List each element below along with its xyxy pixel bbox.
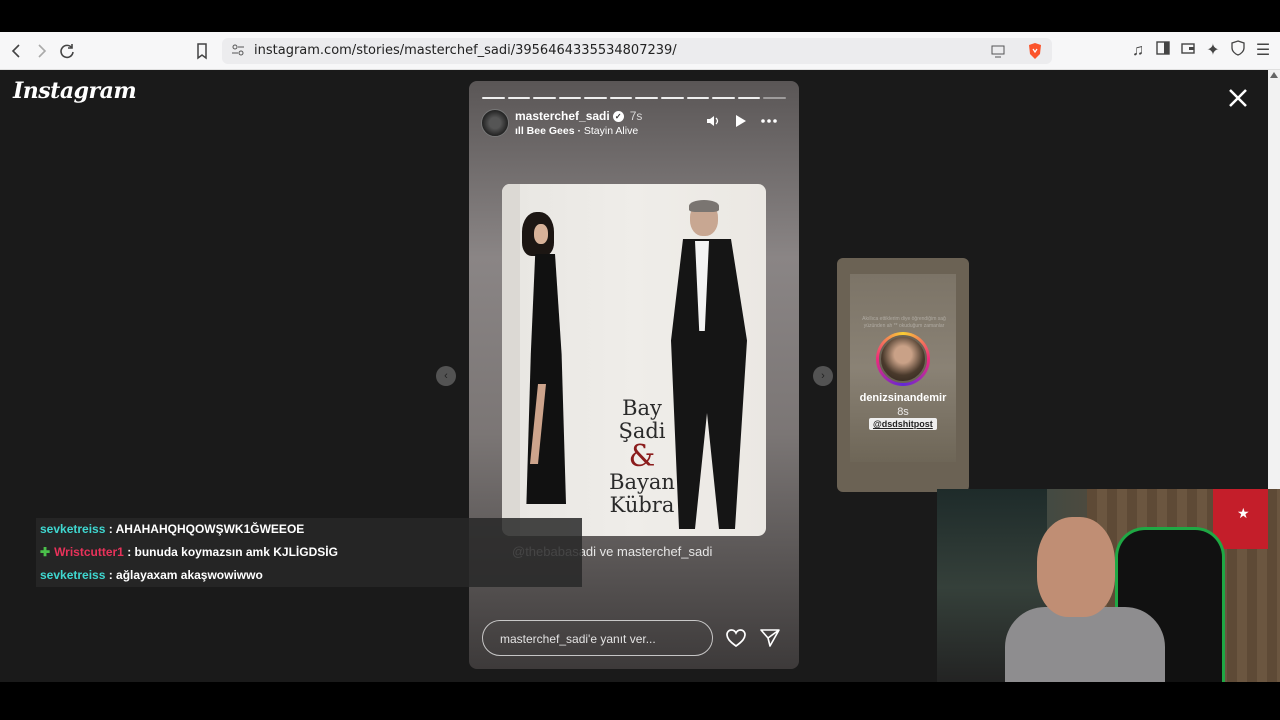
progress-segment <box>635 97 659 99</box>
scroll-up-icon[interactable] <box>1270 72 1278 78</box>
progress-segment <box>482 97 505 99</box>
previous-story-button[interactable]: ‹ <box>436 366 456 386</box>
avatar[interactable] <box>481 109 509 137</box>
chat-text: : ağlayaxam akaşwowiwwo <box>105 568 263 582</box>
music-info[interactable]: ıll Bee Gees · Stayin Alive <box>515 125 638 137</box>
reply-input[interactable]: masterchef_sadi'e yanıt ver... <box>482 620 713 656</box>
progress-segment <box>533 97 556 99</box>
progress-segment <box>737 97 761 99</box>
music-artist: Bee Gees <box>526 125 575 137</box>
music-icon[interactable]: ♫ <box>1127 40 1149 62</box>
send-icon[interactable] <box>759 627 781 649</box>
next-story-faint-text: Akıllıca ettiklerim diye öğrendiğim sağ … <box>862 316 946 329</box>
next-avatar-photo <box>879 335 927 383</box>
chat-message: sevketreiss : AHAHAHQHQOWŞWK1ĞWEEOE <box>36 518 582 541</box>
music-song: Stayin Alive <box>583 125 639 137</box>
next-story-mention: @dsdshitpost <box>869 418 937 430</box>
back-icon[interactable] <box>6 40 28 62</box>
man-hair <box>689 200 719 212</box>
progress-segment <box>609 97 633 99</box>
progress-segment <box>661 97 684 99</box>
chat-username: sevketreiss <box>40 522 106 536</box>
next-story-button[interactable]: › <box>813 366 833 386</box>
chat-username: Wristcutter1 <box>54 545 124 559</box>
chat-badge-icon: ✚ <box>40 545 51 559</box>
progress-segment <box>712 97 735 99</box>
chat-username: sevketreiss <box>40 568 106 582</box>
menu-icon[interactable]: ☰ <box>1252 40 1274 62</box>
chat-message: ✚ Wristcutter1 : bunuda koymazsın amk KJL… <box>36 541 582 564</box>
story-time: 7s <box>629 109 643 123</box>
poster-line-4: Kübra <box>609 493 675 517</box>
streamer-body <box>1005 607 1165 686</box>
music-bars-icon: ıll <box>515 125 527 137</box>
chat-message: sevketreiss : ağlayaxam akaşwowiwwo <box>36 564 582 587</box>
address-bar[interactable]: instagram.com/stories/masterchef_sadi/39… <box>222 38 1052 64</box>
chat-text: : bunuda koymazsın amk KJLİGDSİG <box>123 545 338 559</box>
progress-segment <box>558 97 582 99</box>
progress-segment <box>686 97 710 99</box>
woman-dress <box>526 254 566 504</box>
more-options-icon[interactable] <box>760 113 778 132</box>
poster-line-1: Bay <box>622 396 662 420</box>
story-progress-bar <box>482 97 786 100</box>
webcam-overlay: ★ <box>937 489 1280 686</box>
next-story-username[interactable]: denizsinandemir <box>837 392 969 404</box>
play-icon[interactable] <box>732 113 748 132</box>
reload-icon[interactable] <box>56 40 78 62</box>
cast-icon[interactable] <box>990 43 1006 64</box>
site-settings-icon[interactable] <box>231 43 245 62</box>
sidebar-icon[interactable] <box>1152 40 1174 62</box>
username-text[interactable]: masterchef_sadi <box>515 109 610 123</box>
woman-face <box>534 224 548 244</box>
forward-icon[interactable] <box>30 40 52 62</box>
close-icon[interactable] <box>1226 86 1250 110</box>
instagram-logo[interactable]: Instagram <box>13 78 137 104</box>
chat-text: : AHAHAHQHQOWŞWK1ĞWEEOE <box>105 522 305 536</box>
next-story-preview[interactable]: Akıllıca ettiklerim diye öğrendiğim sağ … <box>837 258 969 492</box>
stream-chat-overlay: sevketreiss : AHAHAHQHQOWŞWK1ĞWEEOE ✚ Wris… <box>36 518 582 587</box>
streamer-head <box>1037 517 1115 617</box>
browser-toolbar: instagram.com/stories/masterchef_sadi/39… <box>0 32 1280 70</box>
vpn-shield-icon[interactable] <box>1227 40 1249 62</box>
avatar[interactable] <box>876 332 930 386</box>
leo-ai-icon[interactable]: ✦ <box>1202 40 1224 62</box>
bottom-black-bar <box>0 682 1280 720</box>
progress-segment <box>584 97 607 99</box>
like-heart-icon[interactable] <box>725 627 747 649</box>
poster-wall <box>502 184 520 536</box>
wallet-icon[interactable] <box>1177 40 1199 62</box>
progress-segment <box>507 97 531 99</box>
verified-badge-icon: ✓ <box>612 111 624 123</box>
url-text: instagram.com/stories/masterchef_sadi/39… <box>254 43 677 58</box>
poster-ampersand: & <box>628 439 656 474</box>
poster-line-3: Bayan <box>609 470 675 494</box>
next-story-time: 8s <box>897 406 909 418</box>
top-black-bar <box>0 0 1280 32</box>
poster-title: Bay Şadi & Bayan Kübra <box>602 397 682 517</box>
volume-icon[interactable] <box>705 113 721 132</box>
flag-star-icon: ★ <box>1237 505 1250 521</box>
bookmark-icon[interactable] <box>191 40 213 62</box>
brave-shield-icon[interactable] <box>1027 42 1043 65</box>
progress-segment <box>763 97 786 99</box>
story-poster-image: Bay Şadi & Bayan Kübra <box>502 184 766 536</box>
story-username[interactable]: masterchef_sadi ✓ 7s <box>515 109 642 123</box>
